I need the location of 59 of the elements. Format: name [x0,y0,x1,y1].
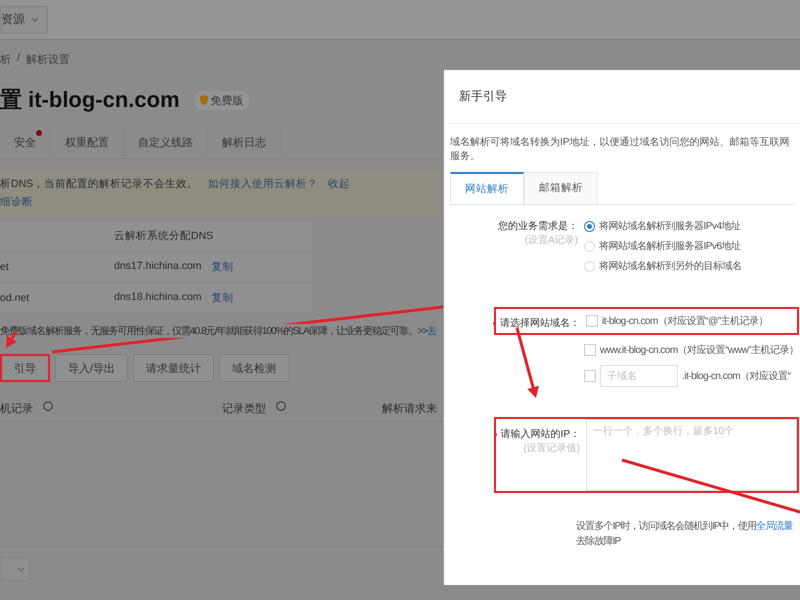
field-sublabel: (设置A记录) [524,234,578,247]
table-cell: dns17.hichina.com [114,260,202,274]
field-label: 您的业务需求是： [498,220,578,233]
column-header[interactable]: 机记录 [0,401,33,416]
tab[interactable]: 安全 [0,127,51,158]
tab[interactable]: 网站解析 [450,172,524,204]
action-button[interactable]: 请求量统计 [133,354,214,382]
breadcrumb-item[interactable]: 析 [0,52,11,67]
action-button[interactable]: 引导 [0,354,50,382]
hint-text: 去除故障IP [576,534,622,549]
radio-button[interactable] [584,220,595,232]
table-cell-text: et [0,261,10,273]
notice-link[interactable]: 细诊断 [0,195,33,209]
tab[interactable]: 解析日志 [208,127,281,158]
shield-icon [200,95,208,105]
field-label: 请选择网站域名： [493,316,580,330]
copy-link[interactable]: 复制 [212,291,234,305]
hint-link[interactable]: 全局流量 [756,521,793,532]
field-sublabel: (设置记录值) [523,442,580,455]
column-header[interactable]: 解析请求来 [382,401,437,416]
help-icon [276,401,286,411]
field-label: 请输入网站的IP： [494,427,580,441]
checkbox-label: www.it-blog-cn.com（对应设置“www”主机记录） [600,344,799,357]
plan-badge: 免费版 [194,90,250,110]
breadcrumb-item[interactable]: 解析设置 [26,52,70,67]
radio-label: 将网站域名解析到另外的目标域名 [599,260,742,273]
hint-text: 设置多个IP时，访问域名会随机到IP中，使用全局流量 [576,520,794,534]
page-size-select[interactable] [0,557,30,581]
resource-select[interactable]: 资源 [0,6,48,34]
chevron-down-icon [31,17,39,22]
breadcrumb-separator: / [17,52,20,66]
help-icon [43,401,53,411]
page-title: 置 it-blog-cn.com [0,86,180,114]
notice-text: 析DNS，当前配置的解析记录不会生效。 [0,177,198,191]
tab[interactable]: 邮箱解析 [524,172,598,204]
dialog-title: 新手引导 [459,89,507,103]
column-header[interactable]: 记录类型 [222,401,266,416]
promo-link[interactable]: 去 [427,326,436,337]
chevron-down-icon [17,566,25,572]
checkbox[interactable] [584,370,596,382]
table-cell-text: od.net [0,292,30,304]
checkbox-label: .it-blog-cn.com（对应设置“ [682,370,790,383]
radio-label: 将网站域名解析到服务器IPv6地址 [599,240,741,253]
table-cell: dns18.hichina.com [114,291,202,305]
tab[interactable]: 权重配置 [51,127,124,158]
ip-field[interactable]: 一行一个，多个换行，最多10个 [586,419,797,491]
notice-link[interactable]: 如何接入使用云解析？ [208,177,318,191]
checkbox-label: it-blog-cn.com（对应设置“@”主机记录） [602,314,768,328]
radio-label: 将网站域名解析到服务器IPv4地址 [599,220,741,233]
notice-link[interactable]: 收起 [328,177,350,191]
checkbox[interactable] [584,344,596,356]
action-button[interactable]: 导入/导出 [55,354,128,382]
action-button[interactable]: 域名检测 [219,354,290,382]
tab[interactable]: 自定义线路 [124,127,208,158]
dialog-description: 域名解析可将域名转换为IP地址，以便通过域名访问您的网站、邮箱等互联网服务。 [450,136,790,164]
column-header: 云解析系统分配DNS [114,229,214,243]
subdomain-field[interactable]: 子域名 [600,365,678,387]
checkbox[interactable] [586,315,598,327]
copy-link[interactable]: 复制 [212,260,234,274]
